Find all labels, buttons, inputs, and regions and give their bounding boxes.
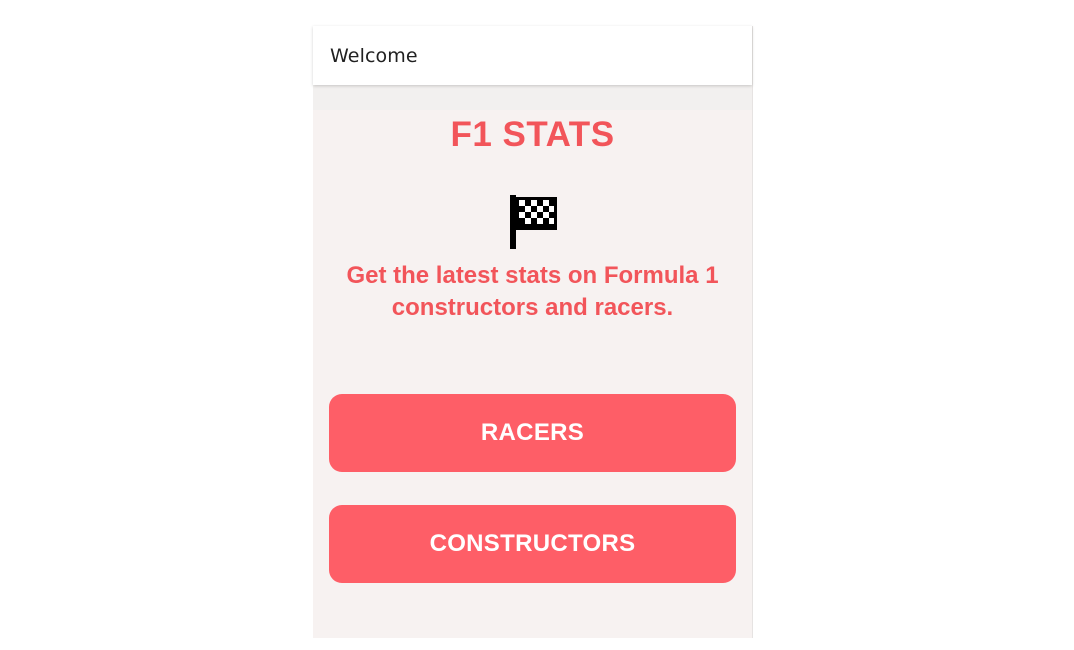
header-strip: [313, 85, 752, 110]
page-title: F1 STATS: [450, 115, 615, 154]
constructors-button[interactable]: CONSTRUCTORS: [329, 505, 736, 583]
app-bar: Welcome: [313, 26, 752, 85]
tagline: Get the latest stats on Formula 1 constr…: [346, 262, 719, 321]
racers-button[interactable]: RACERS: [329, 394, 736, 472]
app-bar-title: Welcome: [330, 44, 418, 67]
checkered-flag-icon: [510, 195, 557, 249]
app-screen: Welcome F1 STATS Get the latest stats on…: [313, 26, 753, 638]
